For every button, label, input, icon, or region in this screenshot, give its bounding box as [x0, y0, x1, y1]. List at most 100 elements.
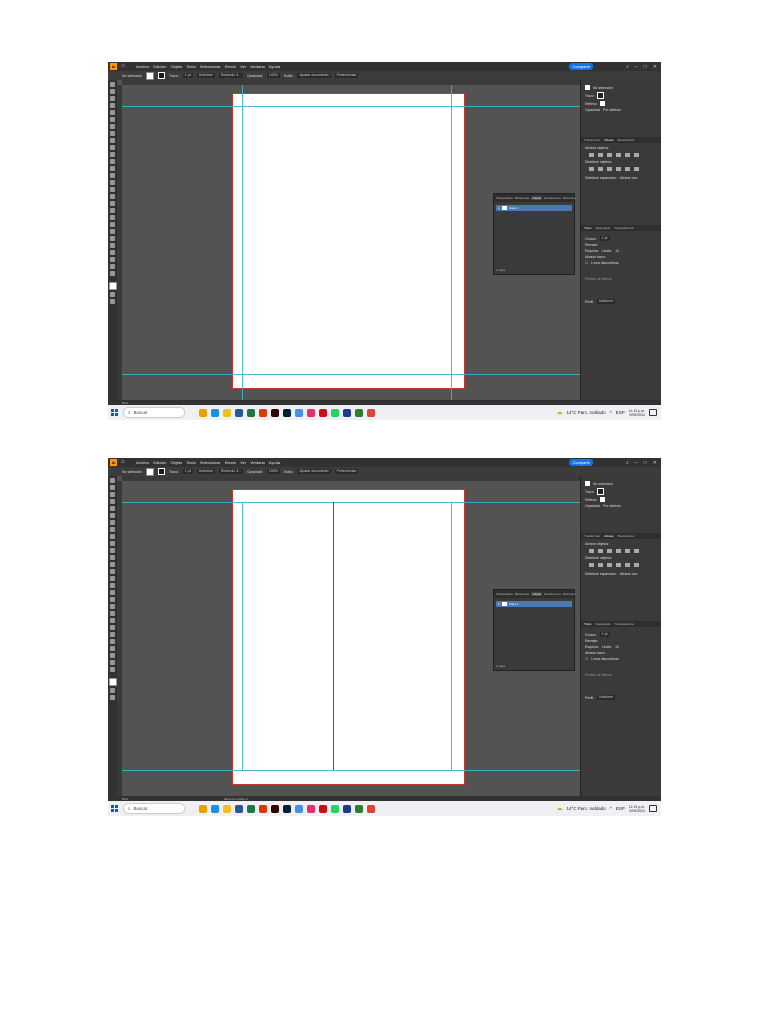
- menu-archivo[interactable]: Archivo: [136, 64, 149, 69]
- rotate-tool-icon[interactable]: [110, 562, 115, 567]
- stroke-weight-input[interactable]: 1 pt: [182, 469, 193, 474]
- preferences-button[interactable]: Preferencias: [334, 73, 359, 78]
- tab-libraries[interactable]: Bibliotecas: [515, 196, 530, 200]
- slice-tool-icon[interactable]: [110, 257, 115, 262]
- stroke-swatch[interactable]: [158, 72, 166, 79]
- menu-ventana[interactable]: Ventana: [250, 64, 265, 69]
- pencil-tool-icon[interactable]: [110, 145, 115, 150]
- selection-tool-icon[interactable]: [110, 478, 115, 483]
- menu-ver[interactable]: Ver: [240, 460, 246, 465]
- blend-tool-icon[interactable]: [110, 229, 115, 234]
- taskbar-app-icon[interactable]: [343, 804, 351, 813]
- tab-properties[interactable]: Propiedades: [496, 196, 513, 200]
- zoom-level[interactable]: 50%: [122, 797, 128, 801]
- eyedropper-tool-icon[interactable]: [110, 222, 115, 227]
- distribute-bottom-icon[interactable]: [607, 167, 612, 171]
- paintbrush-tool-icon[interactable]: [110, 138, 115, 143]
- weather-text[interactable]: 14°C Parc. nublado: [567, 806, 606, 811]
- magic-wand-tool-icon[interactable]: [110, 96, 115, 101]
- taskbar-app-icon[interactable]: [223, 408, 231, 417]
- shape-builder-tool-icon[interactable]: [110, 194, 115, 199]
- brush-select[interactable]: Redondo 3...: [218, 469, 243, 474]
- distribute-right-icon[interactable]: [634, 563, 639, 567]
- tab-gradient[interactable]: Degradado: [596, 226, 611, 230]
- column-graph-tool-icon[interactable]: [110, 639, 115, 644]
- vertical-ruler[interactable]: [117, 481, 122, 796]
- align-left-icon[interactable]: [589, 549, 594, 553]
- brush-select[interactable]: Redondo 3...: [218, 73, 243, 78]
- align-center-icon[interactable]: [598, 153, 603, 157]
- menu-texto[interactable]: Texto: [186, 460, 196, 465]
- profile-select[interactable]: Uniforme: [596, 299, 616, 304]
- stroke-row-label[interactable]: Trazo: [585, 94, 594, 98]
- eraser-tool-icon[interactable]: [110, 555, 115, 560]
- taskbar-app-icon[interactable]: [331, 804, 339, 813]
- close-icon[interactable]: ✕: [653, 64, 657, 70]
- distribute-left-icon[interactable]: [616, 167, 621, 171]
- taskbar-app-icon[interactable]: [223, 804, 231, 813]
- doc-setup-button[interactable]: Ajustar documento: [297, 73, 331, 78]
- fill-swatch[interactable]: [146, 71, 155, 80]
- tab-transparency[interactable]: Transparencia: [614, 226, 633, 230]
- magic-wand-tool-icon[interactable]: [110, 492, 115, 497]
- distribute-right-icon[interactable]: [634, 167, 639, 171]
- align-right-icon[interactable]: [607, 153, 612, 157]
- align-bottom-icon[interactable]: [634, 549, 639, 553]
- weather-icon[interactable]: ☁: [557, 805, 563, 812]
- taskbar-search[interactable]: ⌕ Buscar: [123, 407, 185, 418]
- stroke-chip[interactable]: [596, 488, 604, 495]
- share-button[interactable]: Compartir: [569, 459, 593, 466]
- align-top-icon[interactable]: [616, 153, 621, 157]
- clock[interactable]: 11:13 p.m. 9/09/2024: [629, 409, 645, 417]
- weight-input[interactable]: 1 pt: [599, 632, 610, 637]
- symbol-sprayer-tool-icon[interactable]: [110, 632, 115, 637]
- draw-mode-icon[interactable]: [110, 292, 115, 297]
- gradient-tool-icon[interactable]: [110, 215, 115, 220]
- fill-row-label[interactable]: Relleno: [585, 498, 597, 502]
- tab-artwork[interactable]: Ilustraciones: [544, 196, 561, 200]
- artboard-name[interactable]: Mesa de trabajo 1: [224, 797, 248, 801]
- tab-align[interactable]: Alinear: [604, 138, 613, 142]
- menu-objeto[interactable]: Objeto: [170, 64, 182, 69]
- align-right-icon[interactable]: [607, 549, 612, 553]
- menu-ayuda[interactable]: Ayuda: [269, 460, 280, 465]
- minimize-icon[interactable]: –: [635, 64, 638, 70]
- mesh-tool-icon[interactable]: [110, 208, 115, 213]
- tray-chevron-icon[interactable]: ^: [610, 410, 612, 415]
- taskbar-app-icon[interactable]: [199, 804, 207, 813]
- menu-objeto[interactable]: Objeto: [170, 460, 182, 465]
- taskbar-app-icon[interactable]: [259, 804, 267, 813]
- home-icon[interactable]: ⌂: [121, 459, 128, 466]
- layer-name[interactable]: Capa 1: [509, 602, 519, 606]
- layer-row[interactable]: ● Capa 1: [496, 205, 572, 211]
- scale-tool-icon[interactable]: [110, 569, 115, 574]
- search-icon[interactable]: ⌕: [626, 64, 629, 70]
- free-transform-tool-icon[interactable]: [110, 187, 115, 192]
- taskbar-app-icon[interactable]: [319, 804, 327, 813]
- menu-archivo[interactable]: Archivo: [136, 460, 149, 465]
- fill-stroke-icon[interactable]: [108, 282, 117, 290]
- horizontal-ruler[interactable]: [122, 476, 582, 482]
- weather-text[interactable]: 14°C Parc. nublado: [567, 410, 606, 415]
- distribute-left-icon[interactable]: [616, 563, 621, 567]
- vertical-ruler[interactable]: [117, 85, 122, 400]
- warp-tool-icon[interactable]: [110, 576, 115, 581]
- taskbar-app-icon[interactable]: [307, 804, 315, 813]
- tab-transparency[interactable]: Transparencia: [614, 622, 633, 626]
- opacity-input[interactable]: 100%: [266, 469, 280, 474]
- slice-tool-icon[interactable]: [110, 653, 115, 658]
- guide-horizontal-bottom[interactable]: [122, 374, 580, 375]
- eraser-tool-icon[interactable]: [110, 159, 115, 164]
- taskbar-app-icon[interactable]: [355, 408, 363, 417]
- taskbar-app-icon[interactable]: [283, 408, 291, 417]
- eyedropper-tool-icon[interactable]: [110, 618, 115, 623]
- notification-icon[interactable]: [649, 805, 657, 812]
- fill-row-label[interactable]: Relleno: [585, 102, 597, 106]
- tab-transform[interactable]: Transformar: [584, 534, 600, 538]
- fill-stroke-icon[interactable]: [108, 678, 117, 686]
- taskbar-app-icon[interactable]: [319, 408, 327, 417]
- weight-input[interactable]: 1 pt: [599, 236, 610, 241]
- guide-vertical-right[interactable]: [451, 502, 452, 770]
- menu-ayuda[interactable]: Ayuda: [269, 64, 280, 69]
- perspective-grid-tool-icon[interactable]: [110, 201, 115, 206]
